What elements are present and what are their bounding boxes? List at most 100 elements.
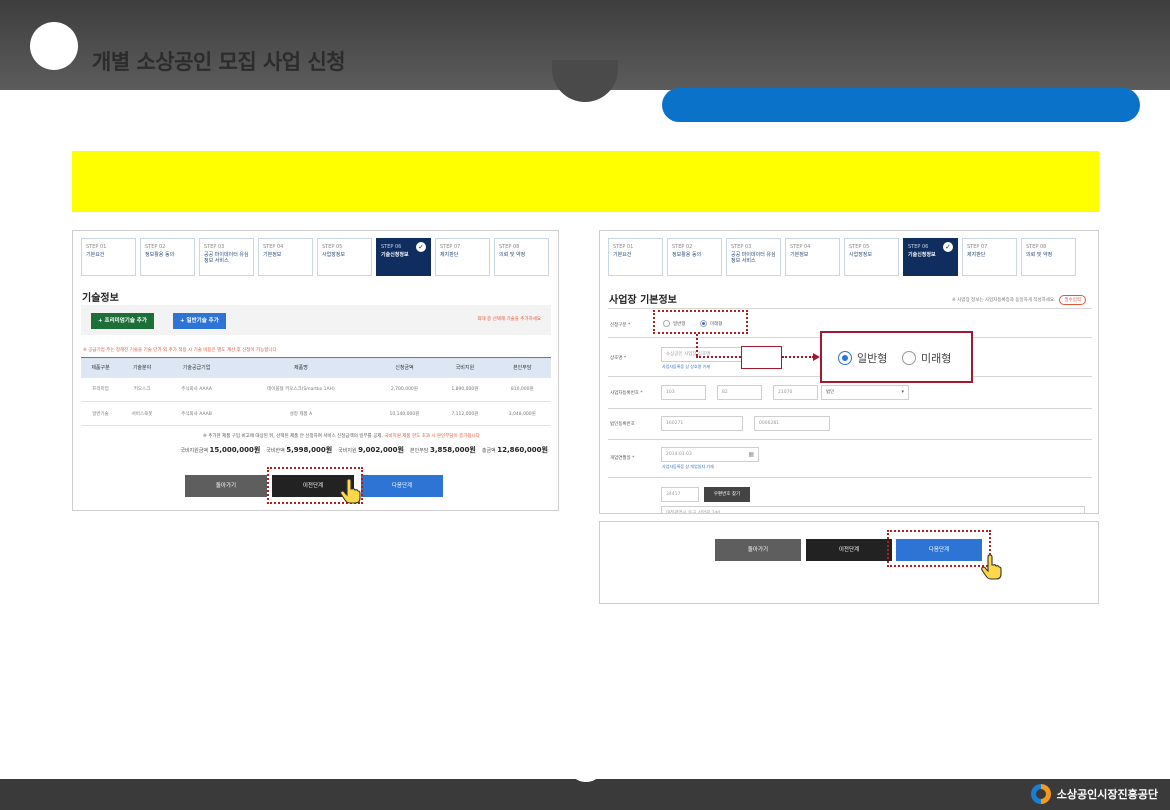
step-07[interactable]: STEP 07 제지판단 — [435, 238, 490, 276]
total-value: 9,002,000원 — [358, 446, 404, 454]
zoom-general-radio[interactable]: 일반형 — [838, 350, 887, 366]
step-08[interactable]: STEP 08 의뢰 및 약정 — [1021, 238, 1076, 276]
totals-row: 국비지원금액 15,000,000원 국비한액 5,998,000원 국비지원 … — [180, 445, 548, 455]
step-label: 기본요건 — [613, 252, 632, 258]
step-03[interactable]: STEP 03 공공 마이데이터 유심정보 서비스 — [726, 238, 781, 276]
section-title: 기술정보 — [82, 293, 119, 304]
table-cell: 설정 제품 A — [229, 401, 373, 426]
next-step-button[interactable]: 다음단계 — [361, 475, 443, 497]
step-05[interactable]: STEP 05 사업장정보 — [317, 238, 372, 276]
tech-note-red: 국비지원 제품 한도 초과 시 본인부담이 증가됩니다 — [384, 434, 480, 439]
table-cell: 1,890,000원 — [436, 377, 494, 402]
step-label: 정보활용 동의 — [672, 252, 702, 258]
step-num: STEP 03 — [204, 244, 225, 250]
table-cell: 810,000원 — [493, 377, 551, 402]
open-date-input[interactable]: 2014.01.03 ▦ — [661, 447, 759, 462]
step-04[interactable]: STEP 04 기본정보 — [785, 238, 840, 276]
table-cell: 주식회사 AAAB — [164, 401, 230, 426]
step-02[interactable]: STEP 02 정보활용 동의 — [140, 238, 195, 276]
check-icon: ✓ — [416, 242, 426, 252]
callout-connector — [782, 356, 814, 358]
table-cell: 서비스로봇 — [120, 401, 164, 426]
step-02[interactable]: STEP 02 정보활용 동의 — [667, 238, 722, 276]
column-header: 제품명 — [229, 357, 373, 378]
step-num: STEP 07 — [967, 244, 988, 250]
back-button[interactable]: 돌아가기 — [185, 475, 267, 497]
callout-connector — [696, 334, 698, 356]
step-num: STEP 08 — [499, 244, 520, 250]
biz-no-input-3[interactable]: 21070 — [773, 385, 818, 400]
prev-step-button[interactable]: 이전단계 — [806, 539, 892, 561]
total-label: 국비지원금액 — [180, 448, 208, 454]
step-03[interactable]: STEP 03 공공 마이데이터 유심정보 서비스 — [199, 238, 254, 276]
radio-label: 일반형 — [857, 352, 888, 365]
biz-type-select[interactable]: 법인 ▾ — [821, 385, 909, 400]
total-item: 본인부담 3,858,000원 — [410, 445, 476, 455]
column-header: 기술공급기업 — [164, 357, 230, 378]
step-08[interactable]: STEP 08 의뢰 및 약정 — [494, 238, 549, 276]
table-header-row: 제품구분 기술분야 기술공급기업 제품명 신청금액 국비지원 본인부담 — [81, 357, 551, 378]
biz-no-input-2[interactable]: 82 — [717, 385, 762, 400]
biz-no-input-1[interactable]: 103 — [661, 385, 706, 400]
step-num: STEP 02 — [145, 244, 166, 250]
org-name: 소상공인시장진흥공단 — [1056, 788, 1158, 801]
step-num: STEP 08 — [1026, 244, 1047, 250]
step-label: 기본요건 — [86, 252, 105, 258]
step-06-active[interactable]: STEP 06 기술신청정보 ✓ — [903, 238, 958, 276]
table-row[interactable]: 프리미엄 키오스크 주식회사 AAAA 테이블형 키오스크(Smartko 1A… — [81, 377, 551, 402]
step-nav: STEP 01 기본요건 STEP 02 정보활용 동의 STEP 03 공공 마이데… — [608, 238, 1076, 276]
find-zip-button[interactable]: 우편번호 찾기 — [704, 487, 750, 502]
total-value: 12,860,000원 — [497, 446, 548, 454]
highlight-box — [653, 310, 748, 334]
divider — [608, 308, 1092, 309]
footer-notch — [573, 766, 599, 782]
total-item: 국비지원 9,002,000원 — [338, 445, 404, 455]
table-row[interactable]: 일반기술 서비스로봇 주식회사 AAAB 설정 제품 A 10,140,000원… — [81, 401, 551, 426]
step-label: 공공 마이데이터 유심정보 서비스 — [731, 252, 776, 264]
total-value: 15,000,000원 — [209, 446, 261, 454]
step-label: 공공 마이데이터 유심정보 서비스 — [204, 252, 249, 264]
step-04[interactable]: STEP 04 기본정보 — [258, 238, 313, 276]
tool-band: + 프리미엄기술 추가 + 일반기술 추가 최대 중 선택해 기술을 추가하세요 — [81, 305, 551, 335]
step-label: 정보활용 동의 — [145, 252, 175, 258]
column-header: 기술분야 — [120, 357, 164, 378]
step-num: STEP 05 — [849, 244, 870, 250]
step-label: 제지판단 — [967, 252, 986, 258]
step-01[interactable]: STEP 01 기본요건 — [81, 238, 136, 276]
zoom-future-radio[interactable]: 미래형 — [902, 350, 951, 366]
page-title: 개별 소상공인 모집 사업 신청 — [92, 50, 346, 74]
shop-name-label: 상호명 * — [610, 356, 627, 361]
step-num: STEP 03 — [731, 244, 752, 250]
table-cell: 7,112,000원 — [436, 401, 494, 426]
step-label: 사업장정보 — [849, 252, 873, 258]
arrow-head-icon — [813, 353, 820, 361]
back-button[interactable]: 돌아가기 — [715, 539, 801, 561]
blue-pill-banner — [662, 88, 1140, 122]
step-06-active[interactable]: STEP 06 기술신청정보 ✓ — [376, 238, 431, 276]
screenshot-tech-info: STEP 01 기본요건 STEP 02 정보활용 동의 STEP 03 공공 마이데… — [72, 230, 559, 511]
open-date-hint: 사업자등록증 상 개업일자 기재 — [662, 464, 714, 469]
add-general-tech-button[interactable]: + 일반기술 추가 — [173, 313, 226, 329]
page: 개별 소상공인 모집 사업 신청 STEP 01 기본요건 STEP 02 정보활용… — [0, 0, 1170, 810]
step-num: STEP 05 — [322, 244, 343, 250]
table-cell: 테이블형 키오스크(Smartko 1AH) — [229, 377, 373, 402]
address-input[interactable]: 대전광역시 동구 산업로 240 — [661, 506, 1085, 513]
step-07[interactable]: STEP 07 제지판단 — [962, 238, 1017, 276]
step-01[interactable]: STEP 01 기본요건 — [608, 238, 663, 276]
corp-no-input-2[interactable]: 0006281 — [754, 416, 830, 431]
divider — [608, 439, 1092, 440]
step-label: 기술신청정보 — [381, 252, 409, 258]
add-premium-tech-button[interactable]: + 프리미엄기술 추가 — [91, 313, 154, 329]
open-date-label: 개업연월일 * — [610, 456, 635, 461]
total-label: 국비한액 — [266, 448, 285, 454]
tech-table: 제품구분 기술분야 기술공급기업 제품명 신청금액 국비지원 본인부담 프리미엄… — [81, 357, 551, 426]
total-value: 3,858,000원 — [430, 446, 476, 454]
table-cell: 10,140,000원 — [372, 401, 437, 426]
total-label: 총금액 — [481, 448, 496, 454]
table-cell: 주식회사 AAAA — [164, 377, 230, 402]
callout-connector — [696, 356, 741, 358]
step-05[interactable]: STEP 05 사업장정보 — [844, 238, 899, 276]
zip-input[interactable]: 34417 — [661, 487, 699, 502]
corp-no-input-1[interactable]: 160271 — [661, 416, 743, 431]
total-label: 국비지원 — [338, 448, 357, 454]
